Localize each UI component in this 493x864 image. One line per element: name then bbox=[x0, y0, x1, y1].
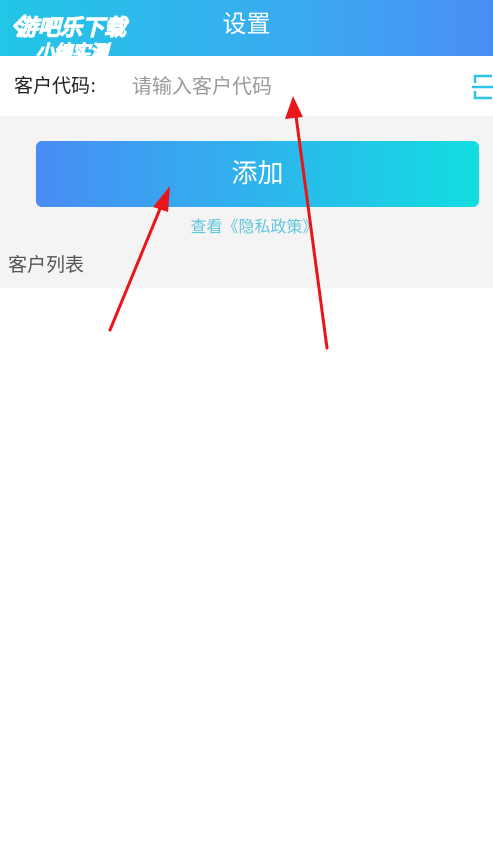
customer-code-row: 客户代码: bbox=[0, 56, 493, 116]
chevron-left-icon bbox=[13, 14, 27, 38]
page-title: 设置 bbox=[222, 10, 271, 38]
privacy-policy-link[interactable]: 查看《隐私政策》 bbox=[0, 213, 493, 237]
customer-code-input[interactable] bbox=[132, 68, 452, 104]
header-bar: 设置 bbox=[0, 0, 493, 56]
scan-button[interactable] bbox=[470, 72, 493, 102]
back-button[interactable] bbox=[6, 8, 36, 44]
customer-code-label: 客户代码: bbox=[14, 75, 97, 97]
scan-icon bbox=[472, 74, 493, 100]
customer-list-title: 客户列表 bbox=[8, 254, 85, 276]
settings-page: 设置 游吧乐下载 小编实测 客户代码: 添加 查看《隐私政策》 客户列表 bbox=[0, 0, 493, 864]
add-button[interactable]: 添加 bbox=[36, 141, 479, 207]
